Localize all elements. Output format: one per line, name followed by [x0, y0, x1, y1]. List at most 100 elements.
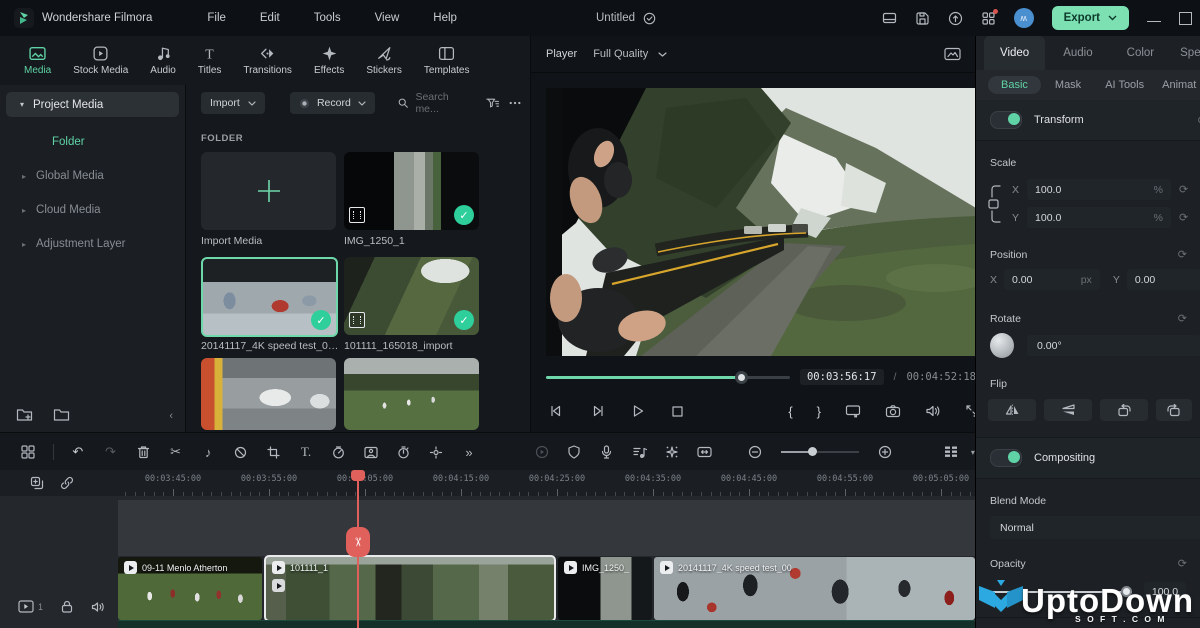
playhead-marker[interactable] — [351, 470, 365, 481]
mirror-display-icon[interactable] — [845, 404, 861, 418]
flip-vertical-button[interactable] — [1044, 399, 1092, 421]
delete-button[interactable] — [129, 439, 158, 465]
save-icon[interactable] — [915, 11, 930, 26]
more-tools-button[interactable]: » — [455, 439, 484, 465]
subtab-mask[interactable]: Mask — [1045, 76, 1091, 94]
media-tile-speed-test[interactable]: ✓ — [201, 257, 338, 337]
collapse-sidebar-icon[interactable]: ‹ — [169, 410, 173, 422]
sidebar-item-folder[interactable]: Folder — [0, 129, 185, 155]
stop-icon[interactable] — [671, 405, 684, 418]
track-manager-button[interactable] — [936, 439, 965, 465]
tab-video[interactable]: Video — [984, 36, 1045, 70]
beat-detection-button[interactable] — [625, 439, 654, 465]
render-preview-button[interactable] — [527, 439, 556, 465]
video-track-icon[interactable] — [18, 600, 34, 613]
timeline-clip-img[interactable]: IMG_1250_ — [558, 557, 652, 620]
transform-toggle[interactable] — [990, 111, 1022, 129]
maximize-button[interactable] — [1179, 12, 1192, 25]
ribbon-tab-stickers[interactable]: Stickers — [366, 45, 402, 76]
play-icon[interactable] — [631, 404, 645, 418]
ribbon-tab-stock-media[interactable]: Stock Media — [73, 45, 128, 76]
timeline-empty-lane[interactable] — [118, 500, 975, 556]
subtab-basic[interactable]: Basic — [988, 76, 1041, 94]
media-tile-import[interactable] — [201, 152, 336, 230]
player-progress-handle[interactable] — [735, 371, 748, 384]
keyframe-button[interactable] — [690, 439, 719, 465]
opacity-reset-icon[interactable]: ⟳ — [1178, 557, 1187, 570]
scale-x-reset-icon[interactable]: ⟳ — [1179, 183, 1188, 196]
link-scale-icon[interactable] — [988, 180, 1004, 228]
menu-edit[interactable]: Edit — [247, 12, 293, 24]
toolbox-grid-button[interactable] — [14, 439, 43, 465]
menu-help[interactable]: Help — [420, 12, 470, 24]
record-button[interactable]: Record — [290, 92, 375, 114]
ribbon-tab-effects[interactable]: Effects — [314, 45, 344, 76]
media-tile-img-1250[interactable]: ✓ — [344, 152, 479, 230]
minimize-button[interactable] — [1147, 21, 1161, 22]
lock-track-icon[interactable] — [61, 600, 73, 613]
timeline-clip-train[interactable]: 101111_1 — [264, 555, 556, 622]
ribbon-tab-transitions[interactable]: Transitions — [243, 45, 292, 76]
masking-button[interactable] — [357, 439, 386, 465]
redo-button[interactable]: ↷ — [96, 439, 125, 465]
mute-track-icon[interactable] — [91, 601, 105, 613]
upload-cloud-icon[interactable] — [948, 11, 963, 26]
flip-horizontal-button[interactable] — [988, 399, 1036, 421]
ribbon-tab-audio[interactable]: Audio — [150, 45, 176, 76]
ai-effects-button[interactable] — [658, 439, 687, 465]
compositing-toggle[interactable] — [990, 449, 1022, 467]
timeline-zoom-handle[interactable] — [808, 447, 817, 456]
new-folder-icon[interactable] — [16, 407, 33, 422]
video-preview[interactable] — [546, 88, 976, 356]
ribbon-tab-templates[interactable]: Templates — [424, 45, 470, 76]
user-avatar[interactable]: ʍ — [1014, 8, 1034, 28]
quality-selector[interactable]: Full Quality — [593, 48, 667, 60]
export-button[interactable]: Export — [1052, 6, 1129, 30]
timer-button[interactable] — [389, 439, 418, 465]
timeline-clip-speedtest[interactable]: 20141117_4K speed test_00 — [654, 557, 975, 620]
import-button[interactable]: Import — [201, 92, 265, 114]
filter-icon[interactable] — [486, 97, 499, 110]
timeline-clip-menlo[interactable]: 09-11 Menlo Atherton — [118, 557, 262, 620]
menu-file[interactable]: File — [194, 12, 239, 24]
subtab-animation[interactable]: Animat — [1158, 76, 1200, 94]
menu-tools[interactable]: Tools — [301, 12, 354, 24]
player-progress-bar[interactable] — [546, 376, 790, 379]
split-button[interactable]: ✂ — [161, 439, 190, 465]
zoom-out-button[interactable] — [740, 439, 769, 465]
next-frame-icon[interactable] — [590, 404, 605, 418]
media-tile-soccer[interactable] — [344, 358, 479, 430]
snapshot-camera-icon[interactable] — [885, 404, 901, 418]
media-tile-train-import[interactable]: ✓ — [344, 257, 479, 335]
ribbon-tab-titles[interactable]: T Titles — [198, 45, 222, 76]
timeline-ruler[interactable]: 00:03:45:0000:03:55:0000:04:05:0000:04:1… — [0, 470, 975, 497]
sidebar-item-adjustment-layer[interactable]: ▸ Adjustment Layer — [0, 231, 185, 257]
undo-button[interactable]: ↶ — [64, 439, 93, 465]
zoom-in-button[interactable] — [871, 439, 900, 465]
rotate-ccw-button[interactable] — [1100, 399, 1148, 421]
scale-y-reset-icon[interactable]: ⟳ — [1179, 211, 1188, 224]
timeline-zoom-slider[interactable] — [781, 451, 859, 453]
quality-shield-button[interactable] — [560, 439, 589, 465]
playhead-split-badge[interactable]: ✂ — [346, 527, 370, 557]
text-tool-button[interactable]: T. — [292, 439, 321, 465]
detach-audio-button[interactable]: ♪ — [194, 439, 223, 465]
rotate-reset-icon[interactable]: ⟳ — [1178, 312, 1187, 325]
menu-view[interactable]: View — [362, 12, 413, 24]
sidebar-item-cloud-media[interactable]: ▸ Cloud Media — [0, 197, 185, 223]
position-reset-icon[interactable]: ⟳ — [1178, 248, 1187, 261]
voiceover-button[interactable] — [593, 439, 622, 465]
mark-out-icon[interactable]: } — [817, 404, 821, 419]
scale-y-input[interactable]: 100.0 % — [1027, 207, 1171, 228]
tab-speed[interactable]: Spe — [1170, 47, 1200, 59]
scale-x-input[interactable]: 100.0 % — [1027, 179, 1171, 200]
rotate-knob[interactable] — [990, 333, 1014, 358]
mark-in-icon[interactable]: { — [788, 404, 792, 419]
folder-icon[interactable] — [53, 407, 70, 422]
media-tile-truck[interactable] — [201, 358, 336, 430]
sidebar-item-global-media[interactable]: ▸ Global Media — [0, 163, 185, 189]
rotate-cw-button[interactable] — [1156, 399, 1192, 421]
disable-clip-button[interactable] — [227, 439, 256, 465]
crop-button[interactable] — [259, 439, 288, 465]
rotate-input[interactable]: 0.00° — [1027, 335, 1200, 356]
